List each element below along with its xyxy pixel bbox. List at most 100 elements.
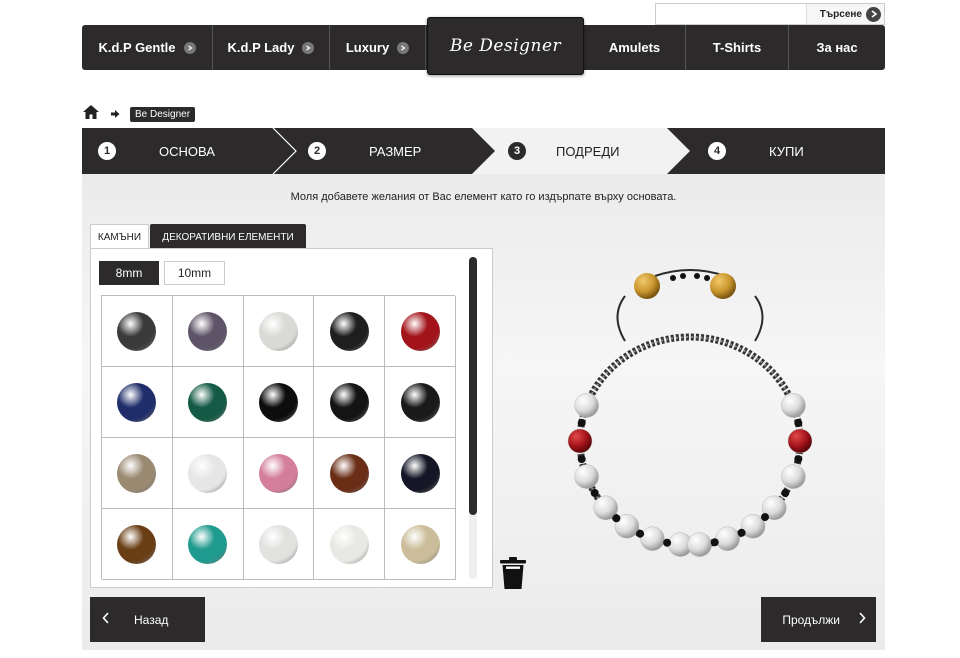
bead-cell[interactable] <box>314 509 386 580</box>
search-input[interactable] <box>656 4 806 24</box>
gold-bead[interactable] <box>634 273 660 299</box>
bead-cell[interactable] <box>385 367 456 438</box>
knot-bead <box>680 273 686 279</box>
step-3[interactable]: 3 ПОДРЕДИ <box>508 128 619 174</box>
step-number: 4 <box>708 142 726 160</box>
home-icon[interactable] <box>82 104 100 125</box>
bead-cell[interactable] <box>172 296 244 367</box>
bead-swatch <box>117 453 157 493</box>
step-progress: 1 ОСНОВА 2 РАЗМЕР 3 ПОДРЕДИ 4 КУПИ <box>82 128 885 174</box>
nav-item-luxury[interactable]: Luxury <box>330 25 426 70</box>
nav-item-kdp-gentle[interactable]: K.d.P Gentle <box>82 25 213 70</box>
arrow-right-icon <box>866 6 881 22</box>
bead-swatch <box>188 524 228 564</box>
chevron-left-icon <box>102 612 110 627</box>
spacer-bead <box>577 455 586 464</box>
bead-swatch <box>329 524 369 564</box>
bead-swatch <box>329 311 369 351</box>
bracelet-preview <box>567 269 813 557</box>
spacer-bead <box>761 513 769 522</box>
bead-cell[interactable] <box>243 509 315 580</box>
bead-cell[interactable] <box>102 509 173 580</box>
bead-swatch <box>258 382 298 422</box>
bead-swatch <box>329 453 369 493</box>
white-bead[interactable] <box>574 464 599 489</box>
nav-item-label: K.d.P Gentle <box>98 40 176 55</box>
continue-button-label: Продължи <box>782 612 840 627</box>
bead-swatch <box>329 382 369 422</box>
bead-cell[interactable] <box>102 296 173 367</box>
bead-cell[interactable] <box>314 296 386 367</box>
chevron-right-icon <box>397 41 410 54</box>
step-label: ПОДРЕДИ <box>556 143 620 159</box>
continue-button[interactable]: Продължи <box>761 597 876 642</box>
nav-item-label: T-Shirts <box>712 40 762 55</box>
bead-cell[interactable] <box>243 367 315 438</box>
white-bead[interactable] <box>781 464 806 489</box>
stones-panel: 8mm 10mm <box>90 248 493 588</box>
tab-stones[interactable]: КАМЪНИ <box>90 224 149 250</box>
white-bead[interactable] <box>574 393 599 418</box>
bracelet-beads <box>567 393 813 557</box>
spacer-bead <box>590 489 599 497</box>
spacer-bead <box>794 455 803 464</box>
white-bead[interactable] <box>715 526 740 551</box>
spacer-bead <box>710 538 719 547</box>
bead-cell[interactable] <box>172 438 244 509</box>
step-4[interactable]: 4 КУПИ <box>708 128 804 174</box>
search-box: Търсене <box>655 3 885 25</box>
bead-cell[interactable] <box>102 367 173 438</box>
bead-cell[interactable] <box>243 296 315 367</box>
bead-cell[interactable] <box>243 438 315 509</box>
bead-swatch <box>117 382 157 422</box>
breadcrumb: Be Designer <box>82 104 196 125</box>
bead-swatch <box>188 311 228 351</box>
bead-cell[interactable] <box>385 296 456 367</box>
nav-item-tshirts[interactable]: T-Shirts <box>686 25 789 70</box>
step-2[interactable]: 2 РАЗМЕР <box>308 128 421 174</box>
spacer-bead <box>612 514 621 523</box>
step-number: 3 <box>508 142 526 160</box>
search-button[interactable]: Търсене <box>806 4 884 24</box>
white-bead[interactable] <box>640 526 665 551</box>
breadcrumb-current[interactable]: Be Designer <box>130 107 196 122</box>
instruction-text: Моля добавете желания от Вас елемент кат… <box>290 191 677 203</box>
nav-item-label: Amulets <box>608 40 661 55</box>
step-label: РАЗМЕР <box>369 143 422 159</box>
red-bead[interactable] <box>787 428 813 454</box>
spacer-bead <box>577 418 586 427</box>
nav-item-label: Luxury <box>345 40 390 55</box>
chevron-right-icon <box>183 41 196 54</box>
bead-cell[interactable] <box>314 438 386 509</box>
bead-cell[interactable] <box>172 367 244 438</box>
spacer-bead <box>737 528 746 537</box>
nav-item-about[interactable]: За нас <box>789 25 885 70</box>
bead-swatch <box>117 311 157 351</box>
nav-item-kdp-lady[interactable]: K.d.P Lady <box>213 25 330 70</box>
chevron-right-icon <box>858 612 866 627</box>
back-button[interactable]: Назад <box>90 597 205 642</box>
nav-item-amulets[interactable]: Amulets <box>584 25 686 70</box>
red-bead[interactable] <box>567 428 593 454</box>
bead-swatch <box>258 311 298 351</box>
step-1[interactable]: 1 ОСНОВА <box>98 128 215 174</box>
spacer-bead <box>636 529 645 538</box>
white-bead[interactable] <box>781 393 806 418</box>
be-designer-logo[interactable]: Be Designer <box>427 17 584 75</box>
spacer-bead <box>781 489 790 497</box>
bead-cell[interactable] <box>385 509 456 580</box>
trash-icon[interactable] <box>498 556 528 590</box>
bead-cell[interactable] <box>102 438 173 509</box>
size-8mm-button[interactable]: 8mm <box>99 261 159 285</box>
bead-cell[interactable] <box>314 367 386 438</box>
gold-bead[interactable] <box>710 273 736 299</box>
search-button-label: Търсене <box>819 8 862 20</box>
bead-cell[interactable] <box>172 509 244 580</box>
size-10mm-button[interactable]: 10mm <box>164 261 225 285</box>
scrollbar-thumb[interactable] <box>469 257 477 515</box>
bead-swatch <box>188 382 228 422</box>
bead-cell[interactable] <box>385 438 456 509</box>
white-bead[interactable] <box>687 532 712 557</box>
bead-swatch <box>400 382 440 422</box>
tab-decorative[interactable]: ДЕКОРАТИВНИ ЕЛЕМЕНТИ <box>150 224 306 250</box>
